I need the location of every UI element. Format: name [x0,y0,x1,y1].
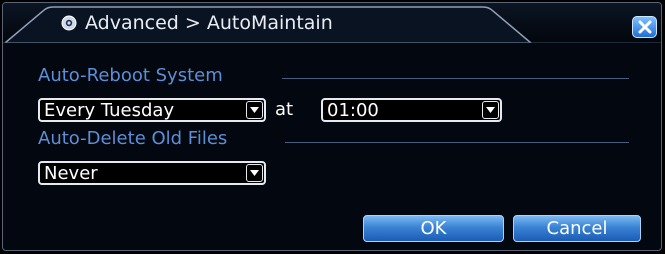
cancel-button[interactable]: Cancel [513,215,641,242]
reboot-day-value: Every Tuesday [44,100,175,121]
window-title: Advanced > AutoMaintain [85,12,333,34]
delete-old-files-value: Never [44,163,98,184]
chevron-down-icon [482,101,499,119]
automaintain-dialog: Advanced > AutoMaintain Auto-Reboot Syst… [2,2,662,251]
auto-reboot-divider [282,78,629,79]
gear-icon [61,15,77,31]
reboot-time-value: 01:00 [327,100,379,121]
chevron-down-icon [246,164,263,182]
auto-delete-divider [285,142,629,143]
title-bar: Advanced > AutoMaintain [3,3,661,43]
reboot-day-select[interactable]: Every Tuesday [38,98,266,122]
close-icon [638,20,652,34]
auto-delete-section-label: Auto-Delete Old Files [38,128,228,149]
reboot-time-select[interactable]: 01:00 [321,98,502,122]
close-button[interactable] [632,16,657,38]
auto-reboot-section-label: Auto-Reboot System [38,65,223,86]
at-label: at [275,99,294,120]
ok-button[interactable]: OK [363,215,504,242]
delete-old-files-select[interactable]: Never [38,161,266,185]
chevron-down-icon [246,101,263,119]
